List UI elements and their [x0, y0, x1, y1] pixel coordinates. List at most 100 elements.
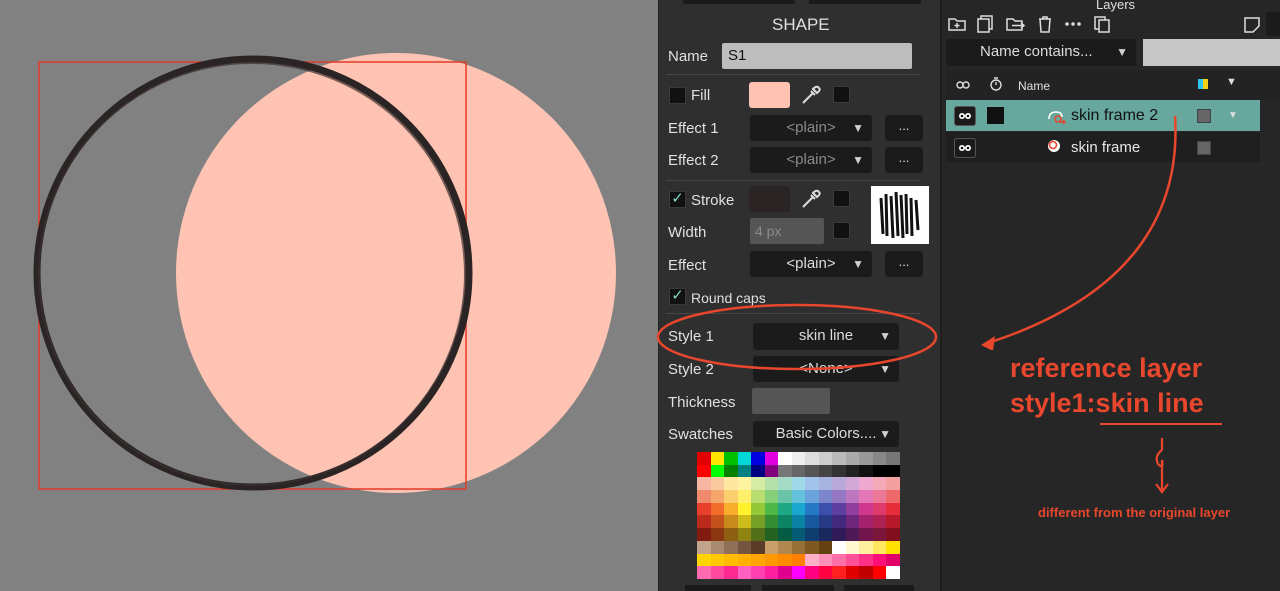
- effect-select[interactable]: <plain> ▼: [750, 251, 872, 277]
- swatch-cell[interactable]: [791, 464, 806, 478]
- swatch-cell[interactable]: [778, 566, 792, 579]
- swatch-cell[interactable]: [832, 528, 846, 541]
- swatch-cell[interactable]: [832, 515, 846, 529]
- effect2-more-button[interactable]: ...: [885, 147, 923, 173]
- swatch-cell[interactable]: [805, 528, 819, 541]
- swatch-cell[interactable]: [886, 515, 900, 529]
- effect1-select[interactable]: <plain> ▼: [750, 115, 872, 141]
- swatch-cell[interactable]: [886, 566, 900, 579]
- swatch-cell[interactable]: [710, 452, 725, 465]
- swatch-cell[interactable]: [791, 490, 806, 503]
- swatch-cell[interactable]: [872, 553, 887, 567]
- swatch-cell[interactable]: [724, 515, 738, 529]
- swatch-cell[interactable]: [710, 528, 725, 541]
- swatch-cell[interactable]: [751, 502, 765, 516]
- fill-color-swatch[interactable]: [749, 82, 790, 108]
- add-layer-icon[interactable]: [946, 13, 968, 35]
- swatch-cell[interactable]: [805, 502, 819, 516]
- timer-icon[interactable]: [988, 76, 1004, 92]
- swatch-cell[interactable]: [832, 477, 846, 491]
- swatch-cell[interactable]: [886, 452, 900, 465]
- swatch-cell[interactable]: [845, 540, 860, 554]
- swatch-cell[interactable]: [791, 540, 806, 554]
- swatch-cell[interactable]: [724, 553, 738, 567]
- swatch-cell[interactable]: [710, 566, 725, 579]
- effect1-more-button[interactable]: ...: [885, 115, 923, 141]
- swatch-cell[interactable]: [764, 566, 779, 579]
- stroke-color-swatch[interactable]: [749, 186, 790, 212]
- swatch-cell[interactable]: [697, 477, 711, 491]
- chevron-down-icon[interactable]: ▼: [1228, 110, 1238, 121]
- swatch-cell[interactable]: [751, 515, 765, 529]
- layer-filter-select[interactable]: Name contains... ▼: [946, 39, 1136, 66]
- swatch-cell[interactable]: [778, 515, 792, 529]
- swatch-cell[interactable]: [791, 502, 806, 516]
- swatch-cell[interactable]: [845, 464, 860, 478]
- swatch-cell[interactable]: [724, 477, 738, 491]
- swatch-cell[interactable]: [778, 490, 792, 503]
- swatch-cell[interactable]: [845, 566, 860, 579]
- layer-color-box[interactable]: [1197, 141, 1211, 155]
- swatch-cell[interactable]: [872, 515, 887, 529]
- swatch-cell[interactable]: [737, 502, 752, 516]
- swatch-cell[interactable]: [818, 452, 833, 465]
- swatch-cell[interactable]: [764, 490, 779, 503]
- swatch-cell[interactable]: [724, 540, 738, 554]
- swatch-cell[interactable]: [737, 452, 752, 465]
- swatch-cell[interactable]: [724, 490, 738, 503]
- swatch-cell[interactable]: [805, 490, 819, 503]
- swatch-cell[interactable]: [764, 464, 779, 478]
- swatch-cell[interactable]: [737, 553, 752, 567]
- swatch-cell[interactable]: [724, 566, 738, 579]
- swatch-cell[interactable]: [818, 553, 833, 567]
- swatch-cell[interactable]: [886, 553, 900, 567]
- swatch-cell[interactable]: [832, 553, 846, 567]
- bottom-button-fragment-2[interactable]: [762, 585, 834, 591]
- bottom-button-fragment[interactable]: [685, 585, 751, 591]
- swatch-cell[interactable]: [751, 464, 765, 478]
- swatch-cell[interactable]: [872, 502, 887, 516]
- swatch-cell[interactable]: [710, 490, 725, 503]
- stroke-checkbox[interactable]: ✓: [669, 191, 686, 208]
- swatch-cell[interactable]: [710, 464, 725, 478]
- swatch-cell[interactable]: [737, 490, 752, 503]
- layer-color-box[interactable]: [1197, 109, 1211, 123]
- swatch-cell[interactable]: [832, 502, 846, 516]
- swatch-cell[interactable]: [886, 528, 900, 541]
- chevron-down-icon[interactable]: ▼: [1226, 76, 1237, 88]
- eyedropper-icon[interactable]: [799, 188, 821, 210]
- swatch-cell[interactable]: [845, 553, 860, 567]
- more-icon[interactable]: [1062, 13, 1084, 35]
- swatch-cell[interactable]: [872, 540, 887, 554]
- swatch-cell[interactable]: [859, 540, 873, 554]
- swatch-cell[interactable]: [845, 502, 860, 516]
- swatch-cell[interactable]: [778, 528, 792, 541]
- name-input[interactable]: S1: [722, 43, 912, 69]
- swatch-cell[interactable]: [751, 566, 765, 579]
- swatch-cell[interactable]: [737, 540, 752, 554]
- swatch-cell[interactable]: [832, 540, 846, 554]
- swatch-cell[interactable]: [886, 464, 900, 478]
- swatch-cell[interactable]: [805, 464, 819, 478]
- top-button-fragment-2[interactable]: [809, 0, 921, 4]
- width-input[interactable]: 4 px: [750, 218, 824, 244]
- swatch-cell[interactable]: [697, 452, 711, 465]
- swatch-cell[interactable]: [818, 477, 833, 491]
- swatch-cell[interactable]: [832, 490, 846, 503]
- swatch-cell[interactable]: [724, 452, 738, 465]
- swatch-cell[interactable]: [859, 477, 873, 491]
- swatch-cell[interactable]: [764, 515, 779, 529]
- swatch-cell[interactable]: [697, 502, 711, 516]
- swatch-cell[interactable]: [791, 528, 806, 541]
- swatch-cell[interactable]: [697, 528, 711, 541]
- top-button-fragment[interactable]: [683, 0, 795, 4]
- swatches-select[interactable]: Basic Colors.... ▼: [753, 421, 899, 447]
- swatch-cell[interactable]: [778, 553, 792, 567]
- swatch-cell[interactable]: [764, 553, 779, 567]
- swatch-cell[interactable]: [737, 515, 752, 529]
- swatch-cell[interactable]: [737, 477, 752, 491]
- swatch-palette[interactable]: [697, 452, 900, 579]
- swatch-cell[interactable]: [764, 452, 779, 465]
- swatch-cell[interactable]: [859, 502, 873, 516]
- swatch-cell[interactable]: [872, 452, 887, 465]
